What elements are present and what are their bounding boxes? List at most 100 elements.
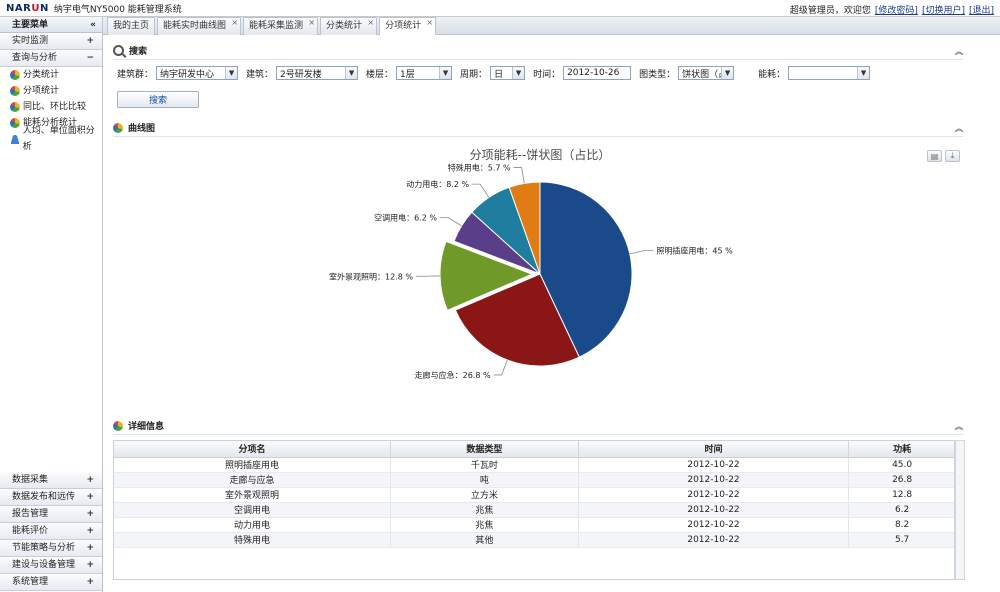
- toggle-icon[interactable]: +: [86, 540, 94, 557]
- time-label: 时间：: [533, 69, 561, 80]
- table-cell: 千瓦时: [390, 457, 579, 473]
- chart-panel-header: 曲线图 ︽: [113, 119, 963, 137]
- sidebar-item-label: 分项统计: [23, 86, 60, 96]
- sidebar-section-label: 建设与设备管理: [12, 560, 76, 570]
- chevron-down-icon: ▼: [439, 67, 452, 79]
- logout-link[interactable]: [退出]: [969, 3, 994, 16]
- tab[interactable]: 能耗实时曲线图 ×: [157, 14, 242, 35]
- tab[interactable]: 能耗采集监测 ×: [243, 14, 319, 35]
- toggle-icon[interactable]: +: [86, 506, 94, 523]
- collapse-chart-icon[interactable]: ︽: [955, 123, 963, 134]
- table-cell: 立方米: [390, 487, 579, 503]
- table-cell: 2012-10-22: [578, 517, 850, 533]
- column-header[interactable]: 时间: [578, 441, 850, 458]
- tab[interactable]: 我的主页: [107, 17, 156, 35]
- toggle-icon[interactable]: +: [86, 489, 94, 506]
- sidebar-section-label: 查询与分析: [12, 53, 58, 63]
- toggle-icon[interactable]: +: [86, 523, 94, 540]
- table-scrollbar[interactable]: [955, 440, 965, 580]
- building-group-select[interactable]: 纳宇研发中心 ▼: [156, 66, 239, 80]
- toggle-icon[interactable]: +: [86, 557, 94, 574]
- sidebar-section[interactable]: 节能策略与分析 +: [0, 540, 102, 557]
- table-cell: 2012-10-22: [578, 532, 850, 548]
- close-icon[interactable]: ×: [308, 14, 315, 31]
- sidebar-section[interactable]: 系统管理 +: [0, 574, 102, 591]
- tab[interactable]: 分项统计 ×: [379, 14, 437, 35]
- chevron-down-icon: ▼: [512, 67, 525, 79]
- toggle-icon[interactable]: +: [86, 472, 94, 489]
- sidebar-item-label: 分类统计: [23, 70, 60, 80]
- sidebar-section[interactable]: 实时监测 +: [0, 33, 102, 50]
- column-header[interactable]: 数据类型: [390, 441, 579, 458]
- pie-label: 空调用电：6.2 %: [374, 212, 437, 222]
- search-form: 建筑群： 纳宇研发中心 ▼ 建筑： 2号研发楼 ▼ 楼层： 1层 ▼ 周期： 日 ▼ 时…: [117, 66, 878, 80]
- energy-label: 能耗：: [758, 69, 786, 80]
- toggle-icon[interactable]: −: [86, 50, 94, 67]
- search-button[interactable]: 搜索: [117, 91, 199, 108]
- table-cell: 26.8: [848, 472, 954, 488]
- table-row[interactable]: 空调用电 兆焦 2012-10-22 6.2: [114, 502, 954, 518]
- table-row[interactable]: 走廊与应急吨 2012-10-22 26.8: [114, 472, 954, 488]
- table-row[interactable]: 动力用电 兆焦 2012-10-22 8.2: [114, 517, 954, 533]
- close-icon[interactable]: ×: [426, 14, 433, 31]
- collapse-sidebar-icon[interactable]: «: [90, 17, 96, 33]
- tab[interactable]: 分类统计 ×: [320, 14, 378, 35]
- chart-type-select[interactable]: 饼状图（占 ▼: [678, 66, 735, 80]
- sidebar-item[interactable]: 分项统计: [0, 83, 102, 99]
- tab-label: 我的主页: [113, 21, 150, 31]
- sidebar-item[interactable]: 人均、单位面积分析: [0, 126, 102, 152]
- chevron-down-icon: ▼: [225, 67, 238, 79]
- sidebar: 主要菜单 « 实时监测 + 查询与分析 − 分类统计 分项统计 同比、环比比较 能耗分析统计…: [0, 17, 103, 592]
- sidebar-section[interactable]: 数据采集 +: [0, 472, 102, 489]
- pie-label: 动力用电：8.2 %: [406, 179, 469, 189]
- collapse-search-icon[interactable]: ︽: [955, 46, 963, 57]
- energy-select[interactable]: ▼: [788, 66, 871, 80]
- close-icon[interactable]: ×: [231, 14, 238, 31]
- table-row[interactable]: 特殊用电 其他 2012-10-22 5.7: [114, 532, 954, 548]
- column-header[interactable]: 分项名: [114, 441, 392, 458]
- table-cell: 8.2: [848, 517, 954, 533]
- toggle-icon[interactable]: +: [86, 33, 94, 50]
- table-cell: 走廊与应急: [114, 472, 392, 488]
- chart-icon: [10, 86, 20, 96]
- table-cell: 45.0: [848, 457, 954, 473]
- building-label: 建筑：: [246, 69, 274, 80]
- floor-select[interactable]: 1层 ▼: [396, 66, 453, 80]
- table-cell: 2012-10-22: [578, 472, 850, 488]
- period-select[interactable]: 日 ▼: [490, 66, 526, 80]
- user-icon: [10, 134, 20, 144]
- pie-label: 照明插座用电：45 %: [656, 245, 733, 255]
- column-header[interactable]: 功耗: [848, 441, 954, 458]
- table-row[interactable]: 照明插座用电 千瓦时 2012-10-22 45.0: [114, 457, 954, 473]
- pie-label: 特殊用电：5.7 %: [448, 163, 511, 173]
- sidebar-item-label: 同比、环比比较: [23, 102, 87, 112]
- toggle-icon[interactable]: +: [86, 574, 94, 591]
- chart-title: 分项能耗--饼状图（占比）: [470, 147, 611, 162]
- sidebar-section[interactable]: 查询与分析 −: [0, 50, 102, 67]
- close-icon[interactable]: ×: [367, 14, 374, 31]
- sidebar-item[interactable]: 同比、环比比较: [0, 99, 102, 115]
- sidebar-section[interactable]: 建设与设备管理 +: [0, 557, 102, 574]
- sidebar-section[interactable]: 数据发布和远传 +: [0, 489, 102, 506]
- building-select[interactable]: 2号研发楼 ▼: [276, 66, 359, 80]
- floor-label: 楼层：: [366, 69, 394, 80]
- table-cell: 6.2: [848, 502, 954, 518]
- collapse-detail-icon[interactable]: ︽: [955, 421, 963, 432]
- change-password-link[interactable]: [修改密码]: [875, 3, 918, 16]
- table-cell: 2012-10-22: [578, 502, 850, 518]
- search-heading: 搜索: [129, 47, 148, 57]
- sidebar-section[interactable]: 报告管理 +: [0, 506, 102, 523]
- table-cell: 室外景观照明: [114, 487, 392, 503]
- detail-table: 分项名 数据类型 时间 功耗 照明插座用电 千瓦时 2012-10-22 45.0 走廊与应急…: [113, 440, 955, 580]
- switch-user-link[interactable]: [切换用户]: [922, 3, 965, 16]
- pie-leader-line: [513, 167, 525, 184]
- pie-leader-line: [493, 359, 508, 376]
- sidebar-section-label: 系统管理: [12, 577, 49, 587]
- time-input[interactable]: 2012-10-26: [563, 66, 632, 80]
- sidebar-section-label: 实时监测: [12, 36, 49, 46]
- table-row[interactable]: 室外景观照明 立方米 2012-10-22 12.8: [114, 487, 954, 503]
- chart-icon: [10, 118, 20, 128]
- sidebar-section[interactable]: 能耗评价 +: [0, 523, 102, 540]
- user-greeting: 超级管理员，欢迎您: [789, 6, 871, 16]
- sidebar-item[interactable]: 分类统计: [0, 67, 102, 83]
